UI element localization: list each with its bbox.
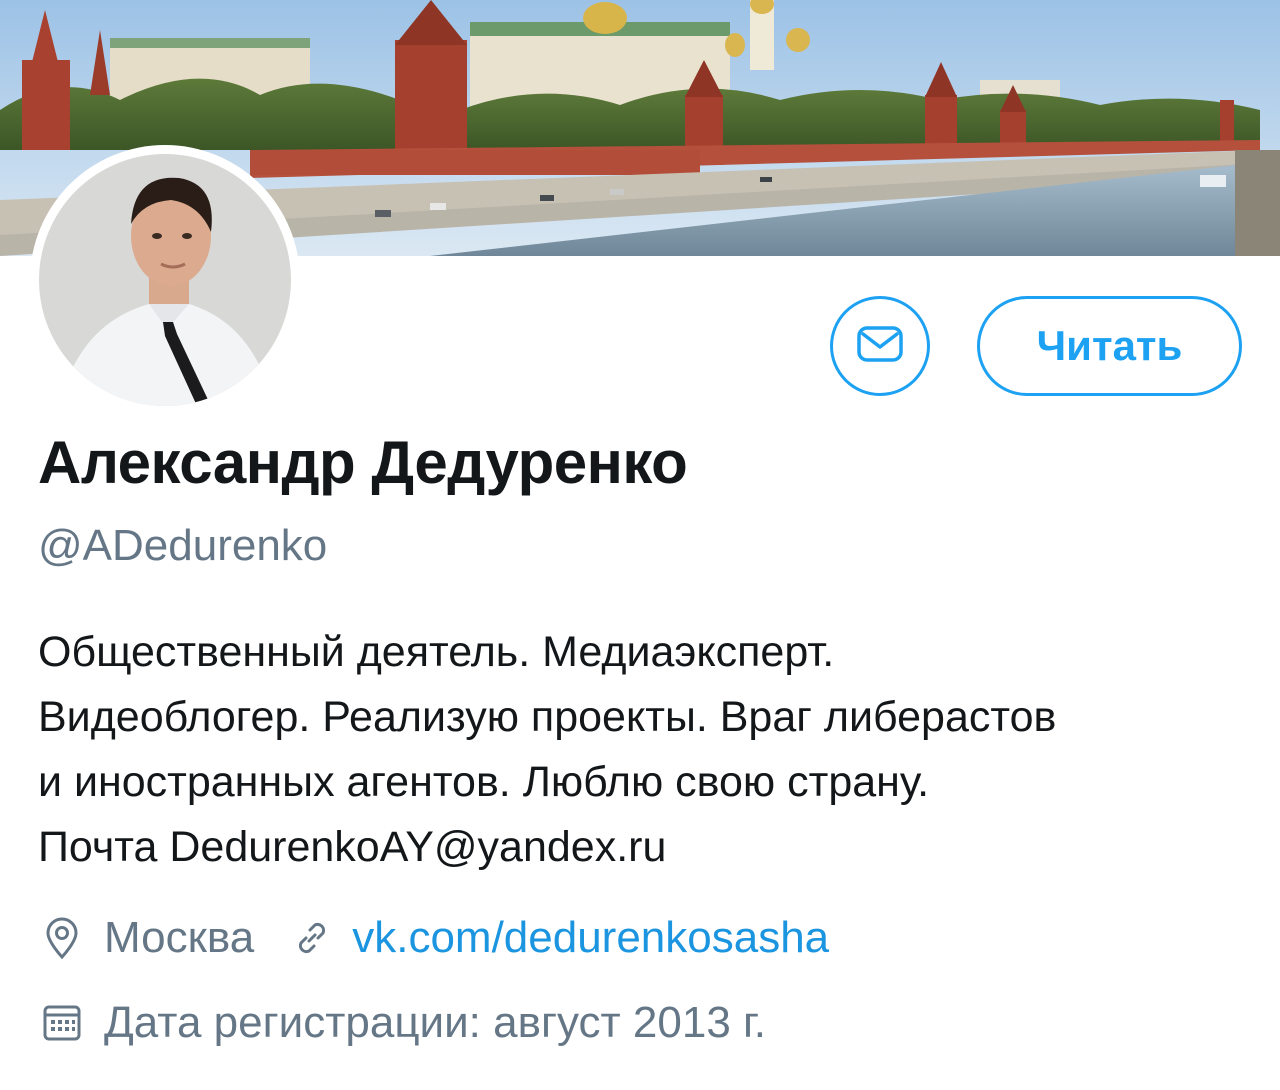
profile-meta-location-website: Москва vk.com/dedurenkosasha bbox=[40, 908, 829, 968]
profile-page: Читать Александр Дедуренко @ADedurenko О… bbox=[0, 0, 1280, 1090]
profile-location: Москва bbox=[104, 913, 255, 962]
calendar-icon bbox=[40, 1001, 84, 1045]
follow-button-label: Читать bbox=[1036, 322, 1183, 369]
profile-handle: @ADedurenko bbox=[38, 521, 328, 570]
follow-button[interactable]: Читать bbox=[977, 296, 1242, 396]
profile-website-link[interactable]: vk.com/dedurenkosasha bbox=[352, 913, 829, 963]
message-button[interactable] bbox=[830, 296, 930, 396]
profile-avatar[interactable] bbox=[30, 145, 300, 415]
avatar-photo bbox=[39, 154, 291, 406]
bio-line: и иностранных агентов. Люблю свою страну… bbox=[38, 758, 930, 806]
map-pin-icon bbox=[40, 916, 84, 960]
profile-joined-date: Дата регистрации: август 2013 г. bbox=[104, 998, 766, 1047]
profile-meta-joined: Дата регистрации: август 2013 г. bbox=[40, 993, 766, 1053]
bio-line: Общественный деятель. Медиаэксперт. bbox=[38, 628, 835, 676]
profile-bio: Общественный деятель. Медиаэксперт. Виде… bbox=[38, 620, 1258, 880]
bio-line: Почта DedurenkoAY@yandex.ru bbox=[38, 823, 667, 871]
profile-name: Александр Дедуренко bbox=[38, 429, 688, 496]
bio-line: Видеоблогер. Реализую проекты. Враг либе… bbox=[38, 693, 1057, 741]
envelope-icon bbox=[855, 319, 905, 374]
link-icon bbox=[290, 916, 334, 960]
